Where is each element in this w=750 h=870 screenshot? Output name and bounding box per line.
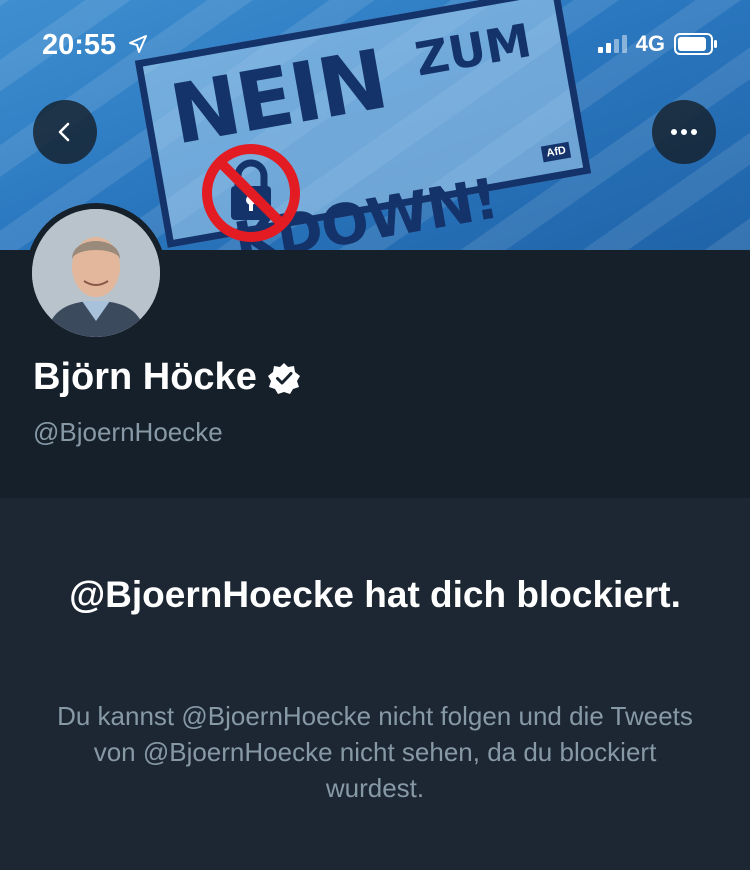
battery-icon — [674, 33, 717, 55]
more-horizontal-icon — [671, 129, 697, 135]
verified-badge-icon — [267, 362, 300, 394]
blocked-message-area — [0, 498, 750, 870]
status-right-group: 4G — [597, 31, 718, 57]
status-time: 20:55 — [42, 29, 117, 61]
back-button[interactable] — [33, 100, 97, 164]
network-type: 4G — [635, 31, 665, 56]
status-bar: 20:55 4G — [0, 0, 750, 90]
blocked-description: Du kannst @BjoernHoecke nicht folgen und… — [57, 701, 693, 803]
name-row: Björn Höcke — [33, 356, 301, 399]
blocked-title: @BjoernHoecke hat dich blockiert. — [69, 574, 681, 615]
no-lock-icon — [202, 144, 300, 242]
more-options-button[interactable] — [652, 100, 716, 164]
avatar-photo — [32, 209, 160, 337]
display-name: Björn Höcke — [33, 356, 257, 398]
avatar[interactable] — [26, 203, 166, 343]
profile-handle: @BjoernHoecke — [33, 417, 223, 447]
signal-icon — [597, 35, 627, 53]
avatar-portrait — [32, 209, 160, 337]
location-arrow-icon — [129, 35, 147, 53]
chevron-left-icon — [58, 122, 70, 142]
